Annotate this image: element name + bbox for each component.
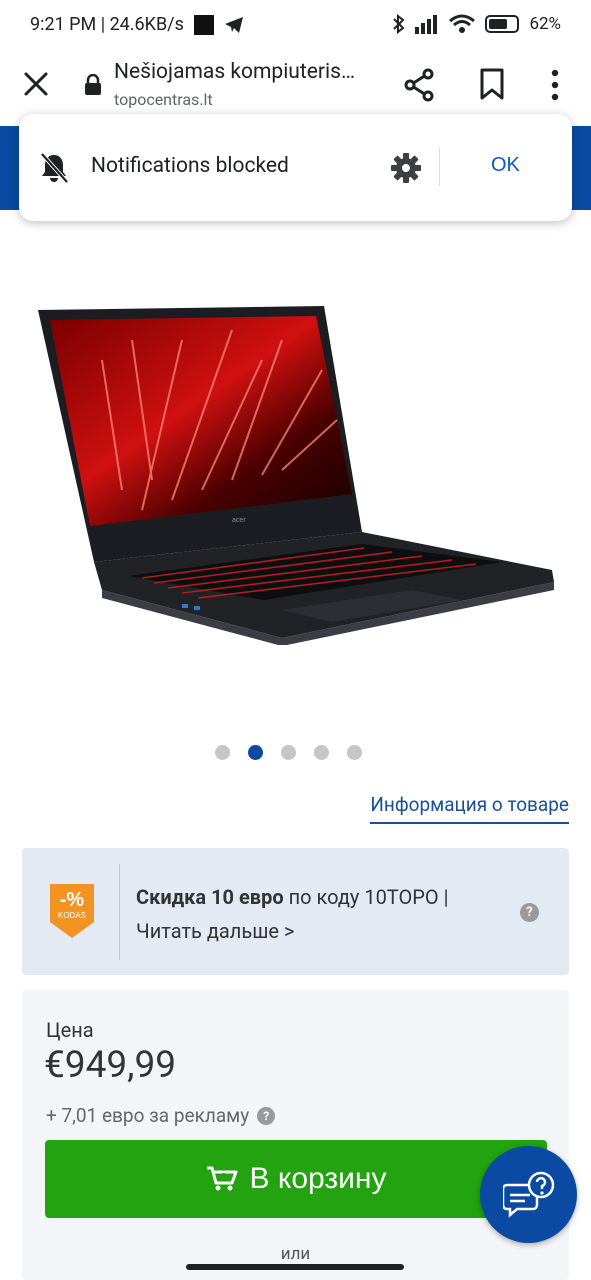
svg-text:KODAS: KODAS [58,911,86,920]
ad-fee: + 7,01 евро за рекламу ? [46,1104,276,1127]
close-icon[interactable] [22,70,50,98]
carousel-dot[interactable] [314,745,329,760]
bell-off-icon [40,152,69,184]
discount-code-icon: -% KODAS [50,884,94,938]
price-card: Цена €949,99 + 7,01 евро за рекламу ? В … [22,990,569,1280]
add-to-cart-label: В корзину [249,1162,387,1195]
promo-bold-text: Скидка 10 евро [136,885,284,909]
svg-text:-%: -% [60,889,85,911]
promo-help-icon[interactable]: ? [520,903,539,922]
ok-button[interactable]: OK [491,154,520,177]
notification-square-icon [193,14,214,35]
ad-fee-help-icon[interactable]: ? [257,1106,276,1125]
chat-help-icon [501,1171,554,1218]
svg-text:acer: acer [232,517,246,524]
lock-icon [85,74,101,95]
carousel-dot-active[interactable] [248,745,263,760]
gear-icon[interactable] [389,151,423,185]
more-menu-icon[interactable] [545,68,565,102]
product-image[interactable]: acer [32,300,562,645]
price-label: Цена [46,1018,94,1042]
status-bar: 9:21 PM | 24.6KB/s 62% [0,0,591,52]
battery-level: 62% [529,14,561,34]
promo-text: Скидка 10 евро по коду 10TOPO | Читать д… [136,880,506,948]
wifi-icon [449,14,476,33]
promo-code-text: по коду 10TOPO | [283,885,449,909]
promo-read-more[interactable]: Читать дальше > [136,919,294,943]
carousel-dot[interactable] [281,745,296,760]
carousel-dot[interactable] [347,745,362,760]
promo-divider [119,864,120,960]
share-icon[interactable] [402,68,436,102]
page-title[interactable]: Nešiojamas kompiuteris… [114,60,355,84]
price-value: €949,99 [44,1044,177,1087]
notifications-blocked-popup: Notifications blocked OK [19,114,572,221]
bluetooth-icon [393,14,405,34]
page-url[interactable]: topocentras.lt [114,90,213,109]
product-info-link[interactable]: Информация о товаре [370,793,569,824]
telegram-icon [224,16,243,33]
ad-fee-text: + 7,01 евро за рекламу [46,1104,250,1127]
gesture-bar [186,1264,404,1270]
status-time-speed: 9:21 PM | 24.6KB/s [30,14,184,35]
or-text: или [280,1244,311,1264]
bookmark-icon[interactable] [478,68,506,100]
promo-banner[interactable]: -% KODAS Скидка 10 евро по коду 10TOPO |… [22,848,569,975]
notification-text: Notifications blocked [91,154,289,178]
signal-icon [415,15,438,34]
battery-icon [485,15,520,33]
chat-support-button[interactable] [480,1146,577,1243]
carousel-dots [0,745,591,761]
carousel-dot[interactable] [215,745,230,760]
divider [439,148,440,186]
cart-plus-icon [206,1166,238,1191]
add-to-cart-button[interactable]: В корзину [45,1140,547,1218]
